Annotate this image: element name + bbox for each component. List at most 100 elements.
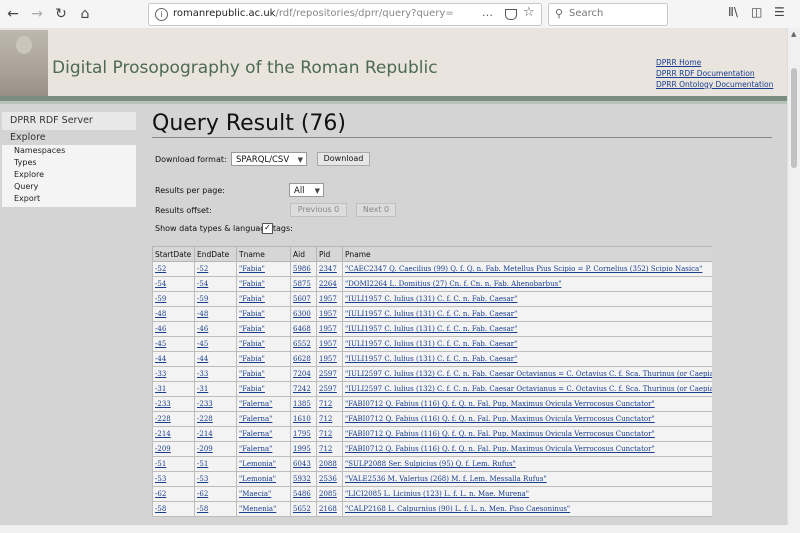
sidebar-item-namespaces[interactable]: Namespaces — [2, 145, 136, 157]
startdate-link[interactable]: -45 — [155, 340, 166, 348]
pid-link[interactable]: 2088 — [319, 460, 337, 468]
pname-link[interactable]: "DOMI2264 L. Domitius (27) Cn. f. Cn. n.… — [345, 280, 561, 288]
aid-link[interactable]: 6628 — [293, 355, 311, 363]
aid-link[interactable]: 5652 — [293, 505, 311, 513]
next-button[interactable]: Next 0 — [356, 203, 396, 217]
bookmark-star-icon[interactable]: ☆ — [523, 5, 535, 20]
aid-link[interactable]: 6300 — [293, 310, 311, 318]
aid-link[interactable]: 6468 — [293, 325, 311, 333]
tname-link[interactable]: "Menenia" — [239, 505, 276, 513]
startdate-link[interactable]: -46 — [155, 325, 166, 333]
pname-link[interactable]: "CALP2168 L. Calpurnius (90) L. f. L. n.… — [345, 505, 570, 513]
results-table-container[interactable]: StartDate EndDate Tname Aid Pid Pname -5… — [152, 246, 712, 533]
show-datatypes-checkbox[interactable]: ✓ — [262, 223, 273, 234]
pname-link[interactable]: "IULI1957 C. Iulius (131) C. f. C. n. Fa… — [345, 325, 517, 333]
aid-link[interactable]: 5607 — [293, 295, 311, 303]
tname-link[interactable]: "Fabia" — [239, 310, 265, 318]
tname-link[interactable]: "Fabia" — [239, 265, 265, 273]
ontology-documentation-link[interactable]: DPRR Ontology Documentation — [656, 79, 773, 90]
pname-link[interactable]: "FABI0712 Q. Fabius (116) Q. f. Q. n. Fa… — [345, 415, 655, 423]
tname-link[interactable]: "Fabia" — [239, 385, 265, 393]
enddate-link[interactable]: -33 — [197, 370, 208, 378]
enddate-link[interactable]: -45 — [197, 340, 208, 348]
startdate-link[interactable]: -51 — [155, 460, 166, 468]
pname-link[interactable]: "FABI0712 Q. Fabius (116) Q. f. Q. n. Fa… — [345, 400, 655, 408]
tname-link[interactable]: "Fabia" — [239, 325, 265, 333]
startdate-link[interactable]: -48 — [155, 310, 166, 318]
menu-icon[interactable]: ☰ — [774, 5, 785, 19]
startdate-link[interactable]: -52 — [155, 265, 166, 273]
tname-link[interactable]: "Fabia" — [239, 280, 265, 288]
enddate-link[interactable]: -44 — [197, 355, 208, 363]
pname-link[interactable]: "FABI0712 Q. Fabius (116) Q. f. Q. n. Fa… — [345, 430, 655, 438]
enddate-link[interactable]: -214 — [197, 430, 213, 438]
url-bar[interactable]: i romanrepublic.ac.uk/rdf/repositories/d… — [148, 3, 542, 26]
enddate-link[interactable]: -58 — [197, 505, 208, 513]
vertical-scrollbar[interactable]: ▲ — [787, 28, 800, 533]
enddate-link[interactable]: -48 — [197, 310, 208, 318]
aid-link[interactable]: 5986 — [293, 265, 311, 273]
pid-link[interactable]: 712 — [319, 400, 332, 408]
pid-link[interactable]: 2264 — [319, 280, 337, 288]
reload-icon[interactable]: ↻ — [52, 5, 70, 23]
pid-link[interactable]: 2597 — [319, 385, 337, 393]
tname-link[interactable]: "Fabia" — [239, 295, 265, 303]
pid-link[interactable]: 2168 — [319, 505, 337, 513]
pid-link[interactable]: 2536 — [319, 475, 337, 483]
pid-link[interactable]: 1957 — [319, 310, 337, 318]
sidebar-item-export[interactable]: Export — [2, 193, 136, 205]
pid-link[interactable]: 1957 — [319, 295, 337, 303]
enddate-link[interactable]: -31 — [197, 385, 208, 393]
scrollbar-thumb[interactable] — [791, 68, 797, 168]
info-icon[interactable]: i — [155, 8, 168, 21]
download-format-select[interactable]: SPARQL/CSV ▼ — [231, 152, 307, 166]
startdate-link[interactable]: -31 — [155, 385, 166, 393]
aid-link[interactable]: 6043 — [293, 460, 311, 468]
aid-link[interactable]: 5875 — [293, 280, 311, 288]
tname-link[interactable]: "Falerna" — [239, 415, 272, 423]
pid-link[interactable]: 2085 — [319, 490, 337, 498]
pname-link[interactable]: "LICI2085 L. Licinius (123) L. f. L. n. … — [345, 490, 529, 498]
tname-link[interactable]: "Lemonia" — [239, 475, 276, 483]
aid-link[interactable]: 6552 — [293, 340, 311, 348]
tname-link[interactable]: "Falerna" — [239, 430, 272, 438]
horizontal-scrollbar[interactable] — [0, 525, 788, 533]
aid-link[interactable]: 1385 — [293, 400, 311, 408]
sidebar-item-query[interactable]: Query — [2, 181, 136, 193]
enddate-link[interactable]: -53 — [197, 475, 208, 483]
startdate-link[interactable]: -233 — [155, 400, 171, 408]
startdate-link[interactable]: -214 — [155, 430, 171, 438]
pid-link[interactable]: 1957 — [319, 340, 337, 348]
sidebar-toggle-icon[interactable]: ◫ — [751, 5, 762, 19]
scroll-up-icon[interactable]: ▲ — [791, 30, 796, 38]
pname-link[interactable]: "IULI2597 C. Iulius (132) C. f. C. n. Fa… — [345, 370, 712, 378]
previous-button[interactable]: Previous 0 — [290, 203, 347, 217]
aid-link[interactable]: 1795 — [293, 430, 311, 438]
sidebar-item-explore[interactable]: Explore — [2, 169, 136, 181]
enddate-link[interactable]: -52 — [197, 265, 208, 273]
dprr-home-link[interactable]: DPRR Home — [656, 57, 773, 68]
page-actions-icon[interactable]: … — [482, 6, 493, 19]
enddate-link[interactable]: -51 — [197, 460, 208, 468]
startdate-link[interactable]: -228 — [155, 415, 171, 423]
enddate-link[interactable]: -59 — [197, 295, 208, 303]
aid-link[interactable]: 7204 — [293, 370, 311, 378]
aid-link[interactable]: 1995 — [293, 445, 311, 453]
pname-link[interactable]: "IULI1957 C. Iulius (131) C. f. C. n. Fa… — [345, 340, 517, 348]
forward-icon[interactable]: → — [28, 5, 46, 23]
sidebar-item-types[interactable]: Types — [2, 157, 136, 169]
enddate-link[interactable]: -233 — [197, 400, 213, 408]
tname-link[interactable]: "Fabia" — [239, 340, 265, 348]
startdate-link[interactable]: -54 — [155, 280, 166, 288]
tname-link[interactable]: "Lemonia" — [239, 460, 276, 468]
back-icon[interactable]: ← — [4, 5, 22, 23]
results-per-page-select[interactable]: All ▼ — [289, 183, 324, 197]
startdate-link[interactable]: -209 — [155, 445, 171, 453]
pid-link[interactable]: 712 — [319, 445, 332, 453]
startdate-link[interactable]: -44 — [155, 355, 166, 363]
pname-link[interactable]: "CAEC2347 Q. Caecilius (99) Q. f. Q. n. … — [345, 265, 702, 273]
startdate-link[interactable]: -62 — [155, 490, 166, 498]
pname-link[interactable]: "IULI1957 C. Iulius (131) C. f. C. n. Fa… — [345, 355, 517, 363]
pname-link[interactable]: "SULP2088 Ser. Sulpicius (95) Q. f. Lem.… — [345, 460, 516, 468]
enddate-link[interactable]: -228 — [197, 415, 213, 423]
